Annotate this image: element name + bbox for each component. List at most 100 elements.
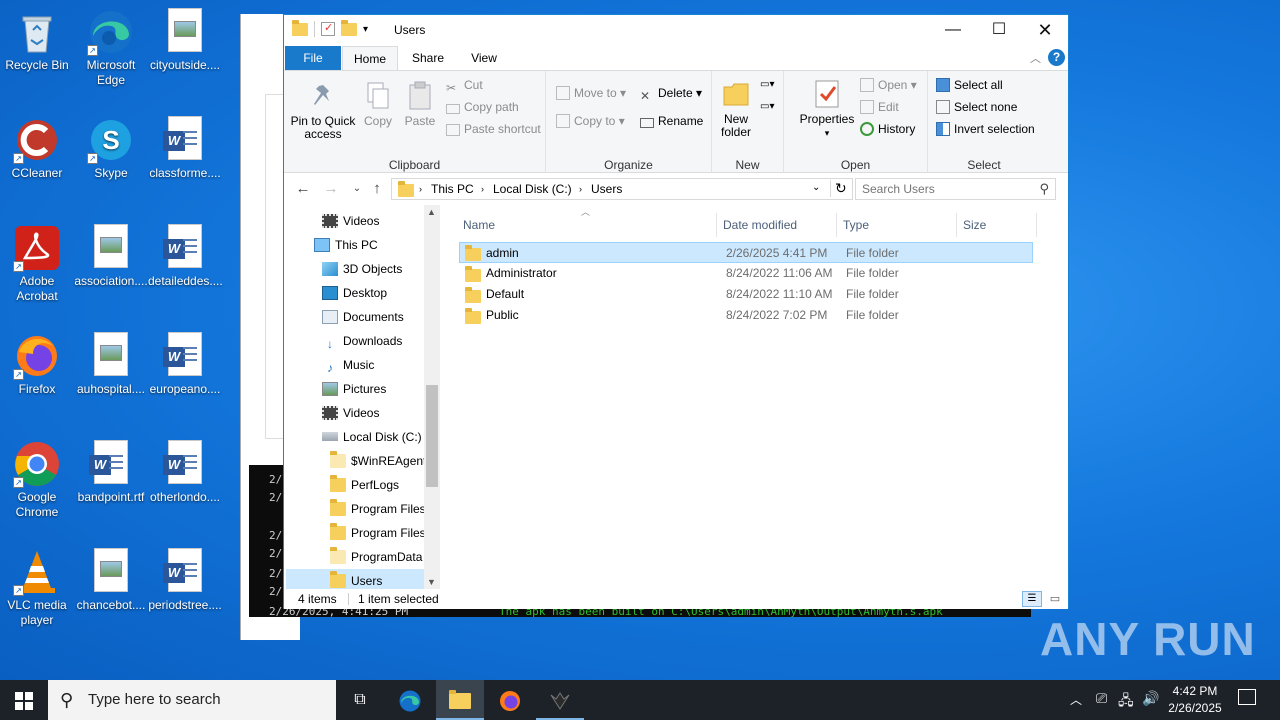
nav-item-documents[interactable]: Documents [322, 305, 404, 329]
up-arrow-icon[interactable]: ↑ [366, 179, 388, 199]
taskbar-file-explorer[interactable] [436, 680, 484, 720]
desktop-icon-detaileddes[interactable]: W detaileddes.... [148, 224, 223, 289]
nav-item-pictures[interactable]: Pictures [322, 377, 386, 401]
edit-button[interactable]: Edit [860, 97, 899, 117]
delete-button[interactable]: ✕ Delete ▾ [640, 83, 702, 103]
maximize-icon[interactable]: ☐ [976, 15, 1022, 45]
desktop-icon-chancebot[interactable]: chancebot.... [74, 548, 148, 613]
back-arrow-icon[interactable]: ← [292, 179, 314, 199]
copy-to-button[interactable]: Copy to ▾ [556, 111, 625, 131]
file-row-admin[interactable]: admin 2/26/2025 4:41 PM File folder [459, 242, 1033, 263]
desktop-icon-otherlondo[interactable]: W otherlondo.... [148, 440, 222, 505]
open-button[interactable]: Open ▾ [860, 75, 917, 95]
tab-file[interactable]: File [285, 46, 341, 70]
invert-selection-button[interactable]: Invert selection [936, 119, 1035, 139]
nav-item-videos-2[interactable]: Videos [322, 401, 379, 425]
file-row-public[interactable]: Public 8/24/2022 7:02 PM File folder [459, 305, 1033, 326]
nav-item-winreagent[interactable]: $WinREAgent [330, 449, 424, 473]
pin-to-quick-access-button[interactable]: Pin to Quick access [290, 81, 356, 141]
desktop-icon-classforme[interactable]: W classforme.... [148, 116, 222, 181]
recent-locations-icon[interactable]: ⌄ [346, 179, 368, 199]
select-none-button[interactable]: Select none [936, 97, 1017, 117]
copy-button[interactable]: Copy [360, 81, 396, 128]
network-icon[interactable]: 🖧 [1118, 690, 1134, 714]
nav-item-programdata[interactable]: ProgramData [330, 545, 424, 569]
paste-button[interactable]: Paste [402, 81, 438, 128]
desktop-icon-recycle-bin[interactable]: Recycle Bin [0, 8, 74, 73]
breadcrumb-users[interactable]: Users [591, 182, 622, 196]
title-bar[interactable]: ✓ ▾ Users — ☐ ✕ [284, 15, 1068, 46]
nav-item-local-disk[interactable]: Local Disk (C:) [322, 425, 422, 449]
details-view-icon[interactable]: ☰ [1022, 591, 1042, 607]
forward-arrow-icon[interactable]: → [320, 179, 342, 199]
system-clock[interactable]: 4:42 PM 2/26/2025 [1160, 683, 1230, 717]
taskbar-firefox[interactable] [486, 680, 534, 720]
new-item-icon[interactable]: ▭▾ [760, 79, 774, 90]
desktop-icon-ccleaner[interactable]: ↗ CCleaner [0, 116, 74, 181]
navigation-pane[interactable]: Videos This PC 3D Objects Desktop Docume… [284, 205, 440, 593]
copy-path-button[interactable]: Copy path [446, 97, 519, 117]
search-input[interactable] [856, 179, 1026, 199]
network-device-icon[interactable]: ⎚ [1096, 690, 1107, 707]
tab-home[interactable]: Home [342, 46, 398, 70]
tab-view[interactable]: View [456, 46, 512, 70]
column-header-name[interactable]: Name [457, 213, 717, 237]
refresh-icon[interactable]: ↻ [830, 180, 847, 197]
file-row-administrator[interactable]: Administrator 8/24/2022 11:06 AM File fo… [459, 263, 1033, 284]
volume-icon[interactable]: 🔊 [1142, 690, 1159, 707]
desktop-icon-auhospital[interactable]: auhospital.... [74, 332, 148, 397]
desktop-icon-association[interactable]: association.... [74, 224, 148, 289]
start-button[interactable] [0, 680, 48, 720]
file-list[interactable]: ︿ Name Date modified Type Size admin 2/2… [447, 205, 1068, 590]
desktop-icon-firefox[interactable]: ↗ Firefox [0, 332, 74, 397]
paste-shortcut-button[interactable]: Paste shortcut [446, 119, 541, 139]
close-icon[interactable]: ✕ [1022, 15, 1068, 45]
desktop-icon-cityoutside[interactable]: cityoutside.... [148, 8, 222, 73]
nav-item-videos[interactable]: Videos [322, 209, 379, 233]
nav-item-perflogs[interactable]: PerfLogs [330, 473, 399, 497]
cut-button[interactable]: ✂ Cut [446, 75, 483, 95]
properties-button[interactable]: Properties ▾ [798, 79, 856, 140]
column-header-type[interactable]: Type [837, 213, 957, 237]
help-icon[interactable]: ? [1048, 49, 1065, 66]
tab-share[interactable]: Share [400, 46, 456, 70]
nav-item-3d-objects[interactable]: 3D Objects [322, 257, 402, 281]
breadcrumb-local-disk[interactable]: Local Disk (C:) [493, 182, 572, 196]
select-all-button[interactable]: Select all [936, 75, 1003, 95]
scroll-down-icon[interactable]: ▼ [427, 577, 436, 587]
desktop-icon-skype[interactable]: S ↗ Skype [74, 116, 148, 181]
search-icon[interactable]: ⚲ [1039, 181, 1049, 197]
new-folder-qat-icon[interactable] [341, 19, 357, 36]
nav-item-music[interactable]: ♪ Music [322, 353, 374, 377]
easy-access-icon[interactable]: ▭▾ [760, 101, 774, 112]
desktop-icon-microsoft-edge[interactable]: ↗ Microsoft Edge [74, 8, 148, 88]
nav-item-program-files[interactable]: Program Files [330, 497, 424, 521]
tray-overflow-chevron-icon[interactable]: ︿ [1070, 691, 1082, 708]
nav-item-program-files-x86[interactable]: Program Files [330, 521, 424, 545]
large-icons-view-icon[interactable]: ▭ [1046, 591, 1064, 607]
search-box[interactable]: ⚲ [855, 178, 1056, 200]
minimize-icon[interactable]: — [930, 15, 976, 45]
desktop-icon-periodstree[interactable]: W periodstree.... [148, 548, 222, 613]
desktop-icon-bandpoint[interactable]: W bandpoint.rtf [74, 440, 148, 505]
scroll-up-icon[interactable]: ▲ [427, 207, 436, 217]
desktop-icon-vlc[interactable]: ↗ VLC media player [0, 548, 74, 628]
column-header-date[interactable]: Date modified [717, 213, 837, 237]
task-view-button[interactable]: ⧉ [336, 680, 384, 720]
address-bar[interactable]: › This PC › Local Disk (C:) › Users ⌄ ↻ [391, 178, 853, 200]
nav-scrollbar[interactable]: ▲ ▼ [424, 205, 440, 590]
move-to-button[interactable]: Move to ▾ [556, 83, 626, 103]
nav-item-this-pc[interactable]: This PC [314, 233, 378, 257]
notifications-icon[interactable] [1238, 689, 1256, 705]
file-row-default[interactable]: Default 8/24/2022 11:10 AM File folder [459, 284, 1033, 305]
taskbar-search[interactable]: ⚲ Type here to search [48, 680, 336, 720]
history-button[interactable]: History [860, 119, 915, 139]
taskbar-edge[interactable] [386, 680, 434, 720]
file-explorer-window[interactable]: ✓ ▾ Users — ☐ ✕ File Home Share View ︿ ?… [283, 14, 1069, 609]
desktop-icon-google-chrome[interactable]: ↗ Google Chrome [0, 440, 74, 520]
scrollbar-thumb[interactable] [426, 385, 438, 487]
desktop-icon-adobe-acrobat[interactable]: ↗ Adobe Acrobat [0, 224, 74, 304]
desktop-icon-europeano[interactable]: W europeano.... [148, 332, 222, 397]
properties-qat-icon[interactable]: ✓ [321, 22, 335, 36]
rename-button[interactable]: Rename [640, 111, 703, 131]
